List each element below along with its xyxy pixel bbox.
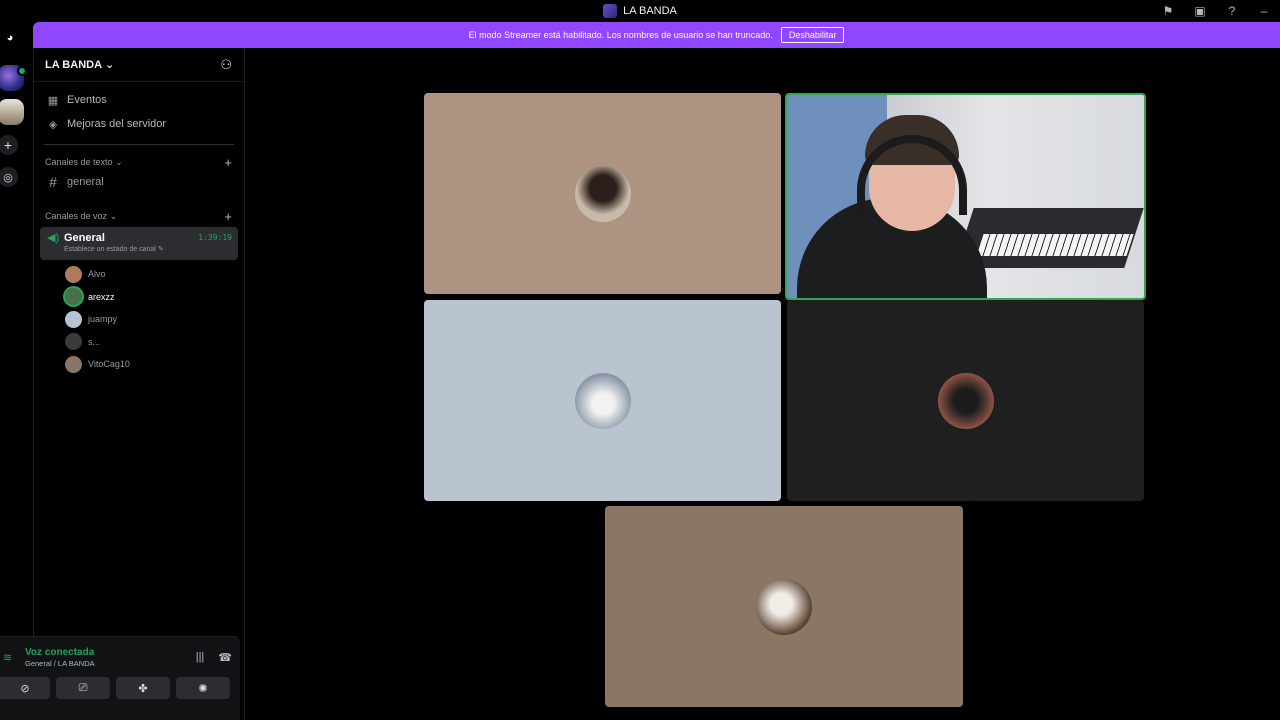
disable-streamer-mode-button[interactable]: Deshabilitar [780, 27, 845, 43]
menu-item-boosts[interactable]: ◈ Mejoras del servidor [34, 112, 244, 136]
participant-tile[interactable] [605, 506, 963, 707]
voice-connection-panel: ≋ Voz conectada General / LA BANDA ||| ☎… [0, 636, 240, 720]
invite-people-icon[interactable]: ⚇ [220, 57, 232, 73]
pencil-icon: ✎ [157, 246, 164, 253]
voice-user[interactable]: juampy [34, 308, 244, 331]
participant-avatar [574, 165, 631, 222]
minimize-icon[interactable]: – [1248, 0, 1280, 22]
help-icon[interactable]: ? [1216, 0, 1248, 22]
camera-off-button[interactable]: ⊘ [0, 677, 50, 699]
avatar [65, 333, 82, 351]
server-icon [603, 4, 618, 18]
server-list: ◕ + ◎ [0, 22, 33, 720]
participant-tile[interactable] [787, 300, 1144, 501]
server-icon-2[interactable] [0, 99, 24, 125]
server-name[interactable]: LA BANDA ⌄ [45, 58, 115, 72]
category-text-channels[interactable]: Canales de texto ⌄ + [34, 153, 244, 171]
avatar [65, 288, 82, 306]
add-text-channel-icon[interactable]: + [224, 155, 232, 170]
share-screen-icon: ⎚ [78, 681, 88, 694]
participant-tile[interactable] [424, 300, 781, 501]
category-voice-channels[interactable]: Canales de voz ⌄ + [34, 207, 244, 225]
chevron-down-icon: ⌄ [109, 210, 118, 221]
activities-button[interactable]: ✤ [116, 677, 170, 699]
chevron-down-icon: ⌄ [115, 156, 123, 167]
activities-icon: ✤ [138, 682, 148, 695]
voice-user[interactable]: VitoCag10 [34, 353, 244, 376]
category-label: Canales de texto [45, 156, 113, 167]
voice-user[interactable]: Alvo [34, 263, 244, 286]
voice-status[interactable]: Voz conectada [25, 647, 196, 658]
title-bar: LA BANDA ⚑ ▣ ? – [0, 0, 1280, 22]
flag-icon[interactable]: ⚑ [1152, 0, 1184, 22]
camera-feed-keys [976, 234, 1134, 256]
camera-off-icon: ⊘ [20, 682, 30, 695]
menu-item-label: Mejoras del servidor [67, 118, 167, 130]
voice-user-name: s... [88, 336, 101, 347]
avatar [65, 310, 82, 328]
sidebar-divider [44, 144, 234, 145]
add-server-icon[interactable]: + [0, 135, 18, 155]
discord-home-icon[interactable]: ◕ [0, 28, 20, 48]
soundboard-button[interactable]: ✺ [176, 677, 230, 699]
category-label: Canales de voz [45, 210, 108, 221]
window-title: LA BANDA [623, 5, 677, 17]
connection-signal-icon[interactable]: ≋ [3, 651, 17, 664]
window-title-group: LA BANDA [603, 4, 677, 18]
voice-user[interactable]: arexzz [34, 286, 244, 309]
voice-user-name: arexzz [88, 291, 115, 302]
voice-user[interactable]: s... [34, 331, 244, 354]
participant-tile[interactable] [424, 93, 781, 294]
add-voice-channel-icon[interactable]: + [224, 209, 232, 224]
avatar [65, 355, 82, 373]
server-name-label: LA BANDA [45, 58, 103, 71]
menu-item-events[interactable]: ▦ Eventos [34, 88, 244, 112]
channel-status-label: Establece un estado de canal [64, 246, 156, 253]
noise-suppression-icon[interactable]: ||| [196, 651, 205, 664]
soundboard-icon: ✺ [198, 682, 208, 695]
voice-active-indicator [17, 66, 27, 76]
channel-label: general [67, 176, 104, 188]
voice-call-stage [245, 48, 1280, 720]
avatar [65, 265, 82, 283]
channel-sidebar: LA BANDA ⌄ ⚇ ▦ Eventos ◈ Mejoras del ser… [33, 48, 245, 720]
menu-item-label: Eventos [67, 94, 107, 106]
boost-icon: ◈ [48, 118, 58, 131]
voice-user-name: Alvo [88, 269, 106, 280]
chevron-down-icon: ⌄ [105, 59, 115, 71]
server-icon-la-banda[interactable] [0, 65, 27, 91]
call-timer: 1:39:19 [198, 233, 232, 242]
title-bar-controls: ⚑ ▣ ? – [1152, 0, 1280, 22]
voice-channel-general[interactable]: ◀) General 1:39:19 Establece un estado d… [40, 227, 238, 260]
share-screen-button[interactable]: ⎚ [56, 677, 110, 699]
disconnect-icon[interactable]: ☎ [218, 651, 232, 664]
participant-avatar [756, 578, 812, 635]
server-header[interactable]: LA BANDA ⌄ ⚇ [34, 48, 244, 82]
voice-user-name: juampy [88, 314, 118, 325]
hashtag-icon: # [49, 174, 57, 190]
set-channel-status[interactable]: Establece un estado de canal ✎ [64, 245, 232, 253]
voice-channel-name: General [64, 231, 105, 244]
voice-location[interactable]: General / LA BANDA [25, 659, 196, 668]
channel-general-text[interactable]: # general [34, 171, 244, 193]
voice-user-name: VitoCag10 [88, 359, 130, 370]
streamer-mode-message: El modo Streamer está habilitado. Los no… [468, 30, 773, 40]
explore-icon[interactable]: ◎ [0, 167, 18, 187]
speaker-icon: ◀) [47, 232, 60, 244]
screen-icon[interactable]: ▣ [1184, 0, 1216, 22]
participant-avatar [937, 372, 994, 429]
participant-avatar [574, 372, 631, 429]
participant-tile-camera[interactable] [785, 93, 1146, 300]
calendar-icon: ▦ [47, 94, 59, 107]
streamer-mode-banner: El modo Streamer está habilitado. Los no… [33, 22, 1280, 48]
